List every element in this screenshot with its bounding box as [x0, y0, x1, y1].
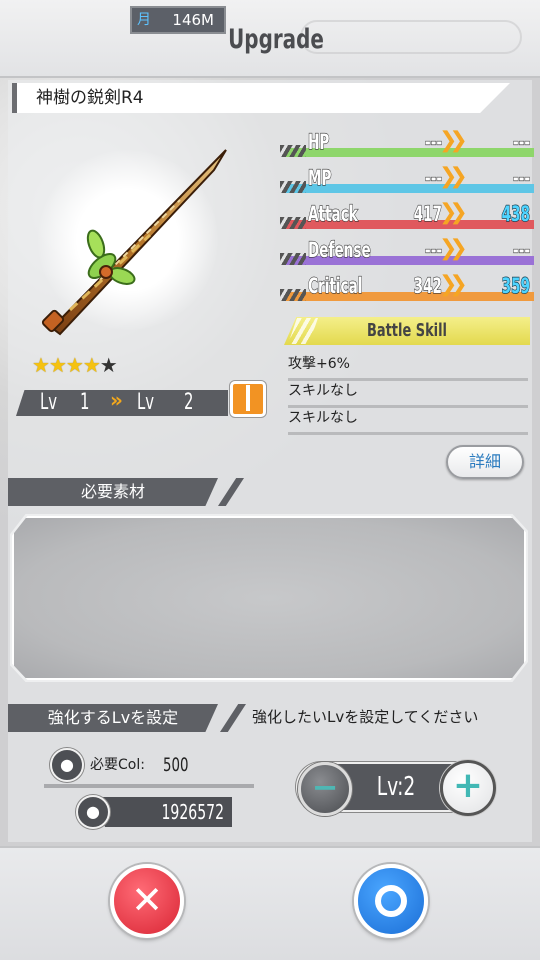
materials-header: 必要素材 — [8, 478, 218, 506]
cancel-button[interactable]: ✕ — [110, 864, 184, 938]
stat-row-hp: HP --- ❯❯ --- — [280, 128, 534, 157]
required-col-label: 必要Col: — [90, 757, 145, 773]
stat-next-value: --- — [513, 165, 531, 190]
stat-current-value: 417 — [413, 201, 442, 226]
skill-line-1: 攻撃+6% — [288, 353, 528, 381]
stat-label: Attack — [308, 201, 359, 226]
level-set-header: 強化するLvを設定 — [8, 704, 218, 732]
level-label-current: Lv — [40, 390, 58, 415]
stat-row-defense: Defense --- ❯❯ --- — [280, 236, 534, 265]
required-col-value: 500 — [163, 754, 189, 776]
stat-row-critical: Critical 342 ❯❯ 359 — [280, 272, 534, 301]
increase-level-button[interactable]: + — [440, 760, 496, 816]
star-filled-icon: ★ — [65, 353, 84, 377]
star-filled-icon: ★ — [82, 353, 101, 377]
stat-label: MP — [308, 165, 332, 190]
stat-arrow-icon: ❯❯ — [439, 128, 468, 153]
skill-line-2: スキルなし — [288, 380, 528, 408]
stat-current-value: --- — [425, 165, 443, 190]
stat-next-value: 359 — [501, 273, 530, 298]
rarity-stars: ★★★★★ — [32, 353, 118, 377]
col-bag-icon: ● — [50, 748, 84, 782]
page-title: Upgrade — [228, 24, 324, 55]
battle-skill-title: Battle Skill — [367, 320, 447, 341]
item-name: 神樹の鋭剣R4 — [36, 88, 144, 108]
stat-next-value: 438 — [501, 201, 530, 226]
weapon-sword-icon — [41, 149, 227, 336]
star-filled-icon: ★ — [48, 353, 67, 377]
stat-arrow-icon: ❯❯ — [439, 236, 468, 261]
sword-icon — [246, 385, 250, 411]
star-filled-icon: ★ — [32, 353, 50, 377]
stat-arrow-icon: ❯❯ — [439, 164, 468, 189]
materials-box — [12, 516, 526, 680]
skill-line-3: スキルなし — [288, 407, 528, 435]
stat-row-mp: MP --- ❯❯ --- — [280, 164, 534, 193]
stat-stripe — [280, 289, 306, 301]
star-empty-icon: ★ — [99, 353, 118, 377]
stat-current-value: 342 — [413, 273, 442, 298]
stat-current-value: --- — [425, 237, 443, 262]
stat-current-value: --- — [425, 129, 443, 154]
stat-arrow-icon: ❯❯ — [439, 200, 468, 225]
stat-label: HP — [308, 129, 330, 154]
stat-stripe — [280, 253, 306, 265]
stat-next-value: --- — [513, 129, 531, 154]
detail-button[interactable]: 詳細 — [446, 445, 524, 479]
stat-label: Critical — [308, 273, 363, 298]
target-level-display: Lv:2 — [376, 772, 416, 802]
col-divider — [44, 784, 254, 788]
stat-arrow-icon: ❯❯ — [439, 272, 468, 297]
level-next: 2 — [184, 390, 194, 415]
stat-stripe — [280, 217, 306, 229]
footer-bar — [0, 846, 540, 960]
stat-next-value: --- — [513, 237, 531, 262]
stat-stripe — [280, 145, 306, 157]
level-current: 1 — [80, 390, 90, 415]
decrease-level-button[interactable]: − — [298, 762, 352, 816]
owned-col-bag-icon: ● — [76, 795, 110, 829]
stat-row-attack: Attack 417 ❯❯ 438 — [280, 200, 534, 229]
level-label-next: Lv — [137, 390, 155, 415]
confirm-circle-icon — [375, 885, 407, 917]
level-set-hint: 強化したいLvを設定してください — [252, 708, 479, 726]
level-arrow-icon: » — [110, 388, 123, 412]
owned-col-value: 1926572 — [161, 800, 224, 824]
stat-label: Defense — [308, 237, 372, 262]
stat-stripe — [280, 181, 306, 193]
